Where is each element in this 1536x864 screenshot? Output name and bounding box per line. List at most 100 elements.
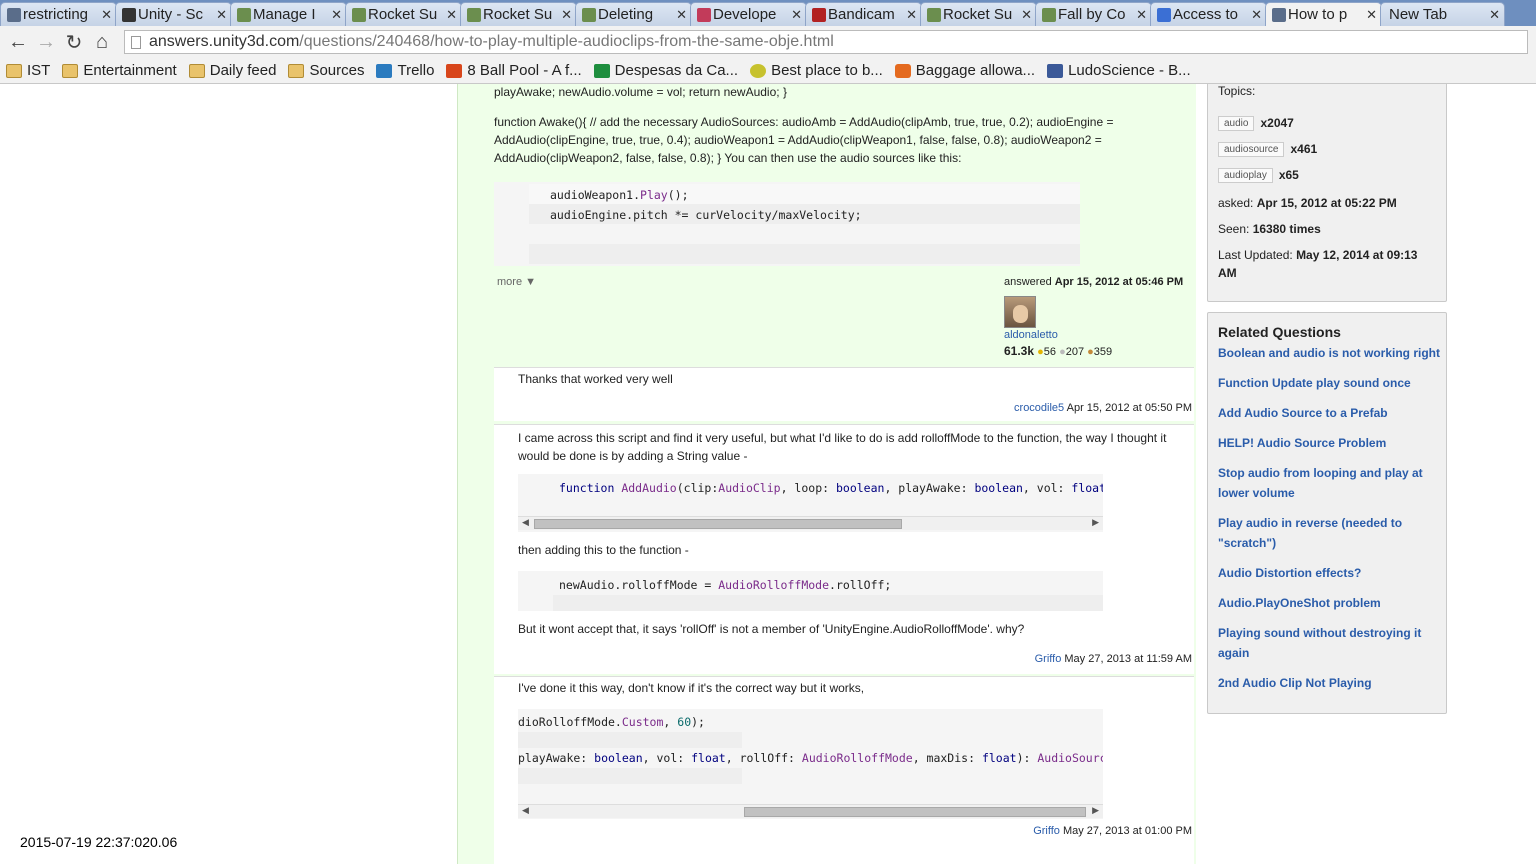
related-list: Boolean and audio is not working right Fu… [1218,343,1440,703]
new-tab[interactable]: New Tab ✕ [1380,2,1505,26]
comment-text: I came across this script and find it ve… [518,431,1167,463]
close-tab-icon[interactable]: ✕ [787,7,802,23]
smile-icon [750,63,767,78]
related-question-link[interactable]: Stop audio from looping and play at lowe… [1218,463,1440,503]
bookmark-item[interactable]: 8 Ball Pool - A f... [446,62,582,79]
close-tab-icon[interactable]: ✕ [1247,7,1262,23]
topic-row: audioplay x65 [1218,162,1317,188]
folder-icon [62,63,79,78]
close-tab-icon[interactable]: ✕ [212,7,227,23]
scroll-right-icon[interactable]: ▶ [1092,805,1099,816]
browser-tab[interactable]: How to p ✕ [1265,2,1382,26]
topic-tag[interactable]: audiosource [1218,141,1285,157]
related-question-link[interactable]: Add Audio Source to a Prefab [1218,403,1440,423]
avatar[interactable] [1004,296,1036,328]
code-line: audioEngine.pitch *= curVelocity/maxVelo… [550,208,862,222]
forward-icon[interactable]: → [32,28,60,56]
related-question-link[interactable]: Boolean and audio is not working right [1218,343,1440,363]
play-icon [446,63,463,78]
bookmark-item[interactable]: IST [6,62,50,79]
scroll-left-icon[interactable]: ◀ [522,517,529,528]
browser-tab[interactable]: Rocket Su ✕ [345,2,462,26]
scroll-right-icon[interactable]: ▶ [1092,517,1099,528]
browser-tab[interactable]: Access to ✕ [1150,2,1267,26]
url-path: /questions/240468/how-to-play-multiple-a… [299,33,834,50]
bookmark-item[interactable]: Baggage allowa... [894,62,1035,79]
close-tab-icon[interactable]: ✕ [327,7,342,23]
bookmark-item[interactable]: Daily feed [188,62,276,79]
close-tab-icon[interactable]: ✕ [97,7,112,23]
browser-tab[interactable]: Unity - Sc ✕ [115,2,232,26]
topic-tag[interactable]: audioplay [1218,167,1273,183]
related-question-link[interactable]: 2nd Audio Clip Not Playing [1218,673,1440,693]
browser-tab[interactable]: Rocket Su ✕ [460,2,577,26]
browser-tab[interactable]: restricting ✕ [0,2,117,26]
answer-text-body: function Awake(){ // add the necessary A… [494,115,1114,165]
tab-title: restricting [23,6,89,23]
related-question-link[interactable]: Play audio in reverse (needed to "scratc… [1218,513,1440,553]
close-tab-icon[interactable]: ✕ [1485,7,1500,23]
related-question-link[interactable]: Audio.PlayOneShot problem [1218,593,1440,613]
close-tab-icon[interactable]: ✕ [672,7,687,23]
close-tab-icon[interactable]: ✕ [902,7,917,23]
tab-title: Rocket Su [943,6,1013,23]
tab-title: New Tab [1389,6,1448,23]
horizontal-scrollbar[interactable]: ◀ ▶ [518,516,1103,530]
topic-tags: audio x2047 audiosource x461 audioplay x65 [1218,110,1317,188]
more-link[interactable]: more ▼ [497,276,536,288]
close-tab-icon[interactable]: ✕ [557,7,572,23]
bookmark-item[interactable]: LudoScience - B... [1047,62,1191,79]
comment-meta: Griffo May 27, 2013 at 01:00 PM [1033,825,1192,837]
home-icon[interactable]: ⌂ [88,28,116,56]
related-question-link[interactable]: Audio Distortion effects? [1218,563,1440,583]
code-line: newAudio.rolloffMode = AudioRolloffMode.… [559,578,892,592]
browser-tab[interactable]: Manage I ✕ [230,2,347,26]
browser-tab[interactable]: Fall by Co ✕ [1035,2,1152,26]
answer-author[interactable]: aldonaletto [1004,329,1058,341]
bookmark-item[interactable]: Despesas da Ca... [593,62,738,79]
bookmark-label: 8 Ball Pool - A f... [467,62,582,79]
browser-tab[interactable]: Rocket Su ✕ [920,2,1037,26]
tab-favicon-icon [237,8,251,22]
bookmark-item[interactable]: Sources [288,62,364,79]
close-tab-icon[interactable]: ✕ [442,7,457,23]
bookmark-item[interactable]: Entertainment [62,62,177,79]
comment-author[interactable]: crocodile5 [1014,402,1064,414]
tab-title: How to p [1288,6,1348,23]
close-tab-icon[interactable]: ✕ [1132,7,1147,23]
tab-favicon-icon [927,8,941,22]
browser-tab[interactable]: Deleting ✕ [575,2,692,26]
tab-favicon-icon [1157,8,1171,22]
comment: I came across this script and find it ve… [494,424,1194,674]
close-tab-icon[interactable]: ✕ [1017,7,1032,23]
comment-meta: Griffo May 27, 2013 at 11:59 AM [1034,653,1192,665]
browser-tab[interactable]: Bandicam ✕ [805,2,922,26]
related-questions-box: Related Questions Boolean and audio is n… [1207,312,1447,714]
tab-favicon-icon [467,8,481,22]
scrollbar-thumb[interactable] [744,807,1086,817]
comment-author[interactable]: Griffo [1035,653,1062,665]
browser-tab[interactable]: Develope ✕ [690,2,807,26]
bookmark-item[interactable]: Best place to b... [750,62,883,79]
page-icon [131,35,141,49]
bookmark-label: IST [27,62,51,79]
address-bar[interactable]: answers.unity3d.com/questions/240468/how… [124,30,1528,54]
back-icon[interactable]: ← [4,28,32,56]
recording-timestamp: 2015-07-19 22:37:020.06 [20,834,178,850]
close-tab-icon[interactable]: ✕ [1362,7,1377,23]
tab-favicon-icon [812,8,826,22]
scrollbar-thumb[interactable] [534,519,902,529]
scroll-left-icon[interactable]: ◀ [522,805,529,816]
tab-title: Develope [713,6,777,23]
topic-tag[interactable]: audio [1218,115,1255,131]
folder-icon [288,63,305,78]
bookmark-item[interactable]: Trello [376,62,434,79]
folder-icon [6,63,22,78]
related-question-link[interactable]: HELP! Audio Source Problem [1218,433,1440,453]
related-question-link[interactable]: Playing sound without destroying it agai… [1218,623,1440,663]
code-line: audioWeapon1.Play(); [550,188,689,202]
horizontal-scrollbar[interactable]: ◀ ▶ [518,804,1103,818]
related-question-link[interactable]: Function Update play sound once [1218,373,1440,393]
reload-icon[interactable]: ↻ [60,28,88,56]
comment-author[interactable]: Griffo [1033,825,1060,837]
